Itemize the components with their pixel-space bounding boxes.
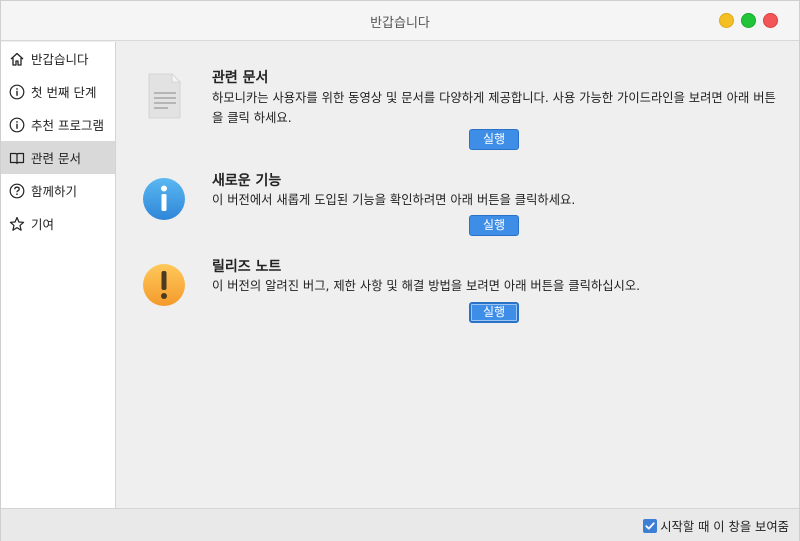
sidebar-item-label: 반갑습니다 <box>31 52 89 67</box>
info-circle-icon <box>9 117 25 133</box>
sidebar: 반갑습니다 첫 번째 단계 추천 프로그램 관련 문서 함께하기 기여 <box>1 42 116 508</box>
show-on-startup-checkbox[interactable] <box>643 519 658 533</box>
show-on-startup-toggle[interactable]: 시작할 때 이 창을 보여줌 <box>643 517 789 535</box>
show-on-startup-label: 시작할 때 이 창을 보여줌 <box>660 520 789 534</box>
sidebar-item-welcome[interactable]: 반갑습니다 <box>1 42 115 75</box>
close-button[interactable] <box>763 13 778 28</box>
section-description: 이 버전에서 새롭게 도입된 기능을 확인하려면 아래 버튼을 클릭하세요. <box>212 193 576 207</box>
release-notes-run-button[interactable]: 실행 <box>469 302 519 323</box>
sidebar-item-label: 기여 <box>31 217 55 232</box>
sidebar-item-contribute[interactable]: 기여 <box>1 207 115 240</box>
sidebar-item-documentation[interactable]: 관련 문서 <box>1 141 115 174</box>
sidebar-item-label: 함께하기 <box>31 184 78 199</box>
sidebar-item-recommended[interactable]: 추천 프로그램 <box>1 108 115 141</box>
section-description: 하모니카는 사용자를 위한 동영상 및 문서를 다양하게 제공합니다. 사용 가… <box>212 91 776 125</box>
section-title: 관련 문서 <box>212 70 269 86</box>
section-title: 릴리즈 노트 <box>212 259 282 275</box>
info-icon <box>141 176 187 222</box>
sidebar-item-label: 추천 프로그램 <box>31 118 104 133</box>
info-circle-icon <box>9 84 25 100</box>
window-title: 반갑습니다 <box>370 16 430 31</box>
home-icon <box>9 51 25 67</box>
sidebar-item-label: 관련 문서 <box>31 151 81 166</box>
minimize-button[interactable] <box>719 13 734 28</box>
sidebar-item-first-steps[interactable]: 첫 번째 단계 <box>1 75 115 108</box>
welcome-window: 반갑습니다 반갑습니다 첫 번째 단계 추천 프로그램 관련 문서 함께하기 기… <box>0 0 800 541</box>
sidebar-item-label: 첫 번째 단계 <box>31 85 97 100</box>
document-icon <box>141 73 187 119</box>
main-content: 관련 문서 하모니카는 사용자를 위한 동영상 및 문서를 다양하게 제공합니다… <box>117 42 799 508</box>
warning-icon <box>141 262 187 308</box>
question-circle-icon <box>9 183 25 199</box>
maximize-button[interactable] <box>741 13 756 28</box>
bottom-bar: 시작할 때 이 창을 보여줌 <box>1 508 799 541</box>
star-icon <box>9 216 25 232</box>
section-description: 이 버전의 알려진 버그, 제한 사항 및 해결 방법을 보려면 아래 버튼을 … <box>212 279 641 293</box>
title-bar[interactable]: 반갑습니다 <box>1 1 799 41</box>
section-title: 새로운 기능 <box>212 173 282 189</box>
book-icon <box>9 150 25 166</box>
new-features-run-button[interactable]: 실행 <box>469 215 519 236</box>
documentation-run-button[interactable]: 실행 <box>469 129 519 150</box>
sidebar-item-get-involved[interactable]: 함께하기 <box>1 174 115 207</box>
